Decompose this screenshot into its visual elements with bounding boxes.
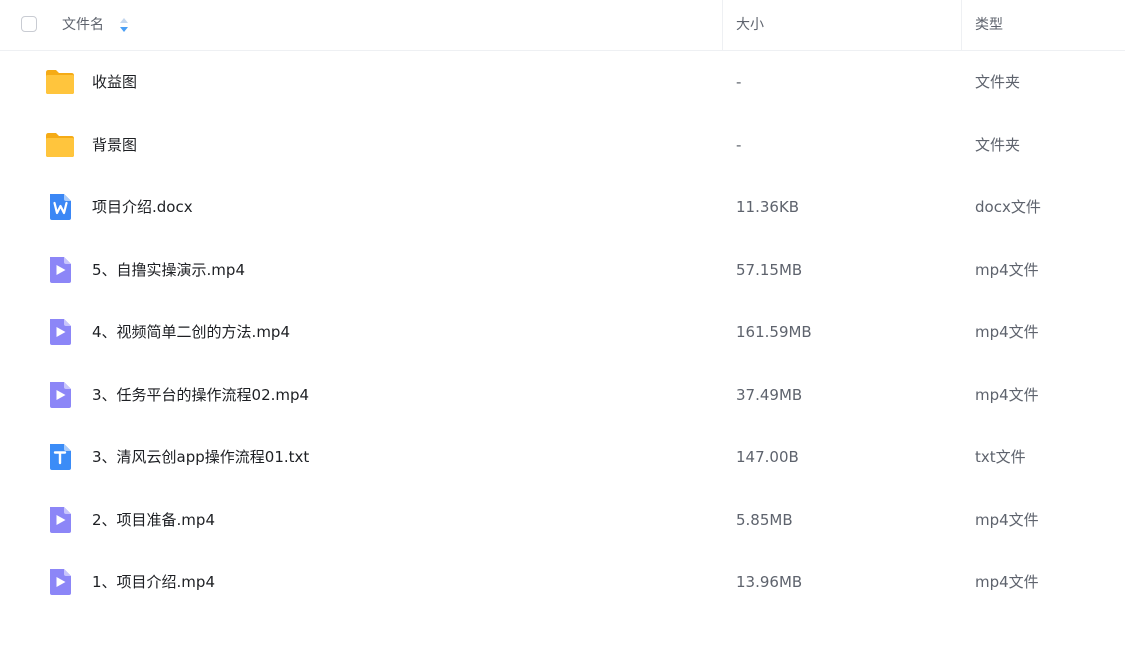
video-icon <box>44 316 76 348</box>
header-type-column[interactable]: 类型 <box>961 0 1125 50</box>
video-icon <box>44 379 76 411</box>
table-row[interactable]: 4、视频简单二创的方法.mp4 161.59MB mp4文件 <box>0 301 1125 364</box>
file-type: mp4文件 <box>975 260 1039 279</box>
file-name[interactable]: 3、清风云创app操作流程01.txt <box>92 447 309 467</box>
sort-arrows-icon[interactable] <box>119 16 129 34</box>
header-name-label: 文件名 <box>62 17 104 33</box>
file-type: 文件夹 <box>975 135 1021 154</box>
table-row[interactable]: 背景图 - 文件夹 <box>0 114 1125 177</box>
file-type: docx文件 <box>975 198 1041 216</box>
video-icon <box>44 566 76 598</box>
table-row[interactable]: 项目介绍.docx 11.36KB docx文件 <box>0 176 1125 239</box>
folder-icon <box>44 66 76 98</box>
word-doc-icon <box>44 191 76 223</box>
file-size: - <box>736 73 742 91</box>
file-size: - <box>736 135 742 154</box>
file-rows: 收益图 - 文件夹 背景图 - 文件夹 项目介绍.docx 11.36KB docx文件 5、自撸… <box>0 51 1125 614</box>
table-row[interactable]: 5、自撸实操演示.mp4 57.15MB mp4文件 <box>0 239 1125 302</box>
header-name-column[interactable]: 文件名 <box>0 0 722 50</box>
file-size: 161.59MB <box>736 323 812 341</box>
header-size-column[interactable]: 大小 <box>722 0 962 50</box>
file-type: mp4文件 <box>975 385 1039 404</box>
video-icon <box>44 504 76 536</box>
file-type: mp4文件 <box>975 323 1039 341</box>
table-row[interactable]: 2、项目准备.mp4 5.85MB mp4文件 <box>0 489 1125 552</box>
header-size-label: 大小 <box>736 17 764 33</box>
file-name[interactable]: 4、视频简单二创的方法.mp4 <box>92 322 290 342</box>
table-row[interactable]: 收益图 - 文件夹 <box>0 51 1125 114</box>
file-name[interactable]: 2、项目准备.mp4 <box>92 510 215 530</box>
table-row[interactable]: 1、项目介绍.mp4 13.96MB mp4文件 <box>0 551 1125 614</box>
video-icon <box>44 254 76 286</box>
header-type-label: 类型 <box>975 17 1003 33</box>
file-name[interactable]: 项目介绍.docx <box>92 197 193 217</box>
text-doc-icon <box>44 441 76 473</box>
file-type: mp4文件 <box>975 573 1039 591</box>
file-size: 5.85MB <box>736 510 793 529</box>
file-list-table: 文件名 大小 类型 收益图 - 文件夹 背景图 - 文件夹 项目介绍.docx 11.36KB… <box>0 0 1125 672</box>
file-type: txt文件 <box>975 448 1026 466</box>
file-size: 11.36KB <box>736 198 800 216</box>
file-name[interactable]: 3、任务平台的操作流程02.mp4 <box>92 385 309 405</box>
file-size: 13.96MB <box>736 573 803 591</box>
table-row[interactable]: 3、任务平台的操作流程02.mp4 37.49MB mp4文件 <box>0 364 1125 427</box>
file-size: 57.15MB <box>736 260 803 279</box>
file-name[interactable]: 1、项目介绍.mp4 <box>92 572 215 592</box>
file-name[interactable]: 5、自撸实操演示.mp4 <box>92 260 245 280</box>
file-size: 147.00B <box>736 448 799 466</box>
file-type: mp4文件 <box>975 510 1039 529</box>
file-size: 37.49MB <box>736 385 803 404</box>
file-name[interactable]: 背景图 <box>92 135 137 155</box>
table-row[interactable]: 3、清风云创app操作流程01.txt 147.00B txt文件 <box>0 426 1125 489</box>
select-all-checkbox[interactable] <box>21 16 37 32</box>
file-type: 文件夹 <box>975 73 1021 91</box>
table-header: 文件名 大小 类型 <box>0 0 1125 51</box>
file-name[interactable]: 收益图 <box>92 72 137 92</box>
folder-icon <box>44 129 76 161</box>
